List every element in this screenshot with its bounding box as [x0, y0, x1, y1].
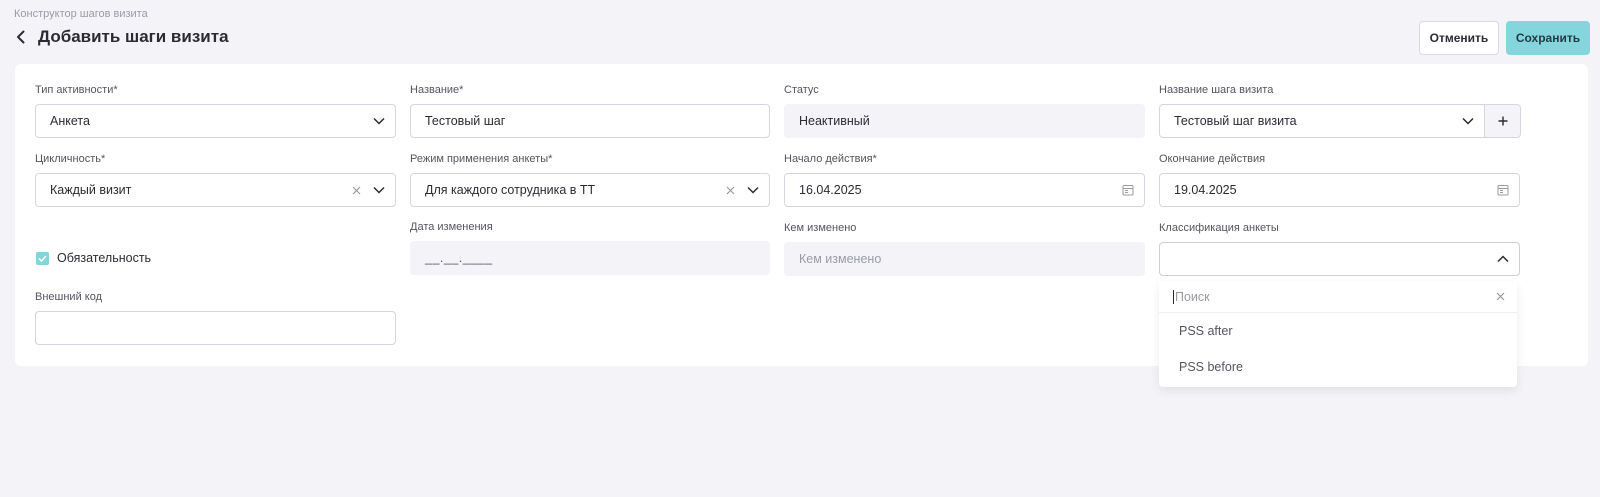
cyclicity-label: Цикличность* — [35, 153, 106, 165]
external-code-input[interactable] — [35, 311, 396, 345]
classification-dropdown: Поиск PSS after PSS before — [1159, 281, 1517, 387]
external-code-label: Внешний код — [35, 291, 103, 303]
start-date-value: 16.04.2025 — [799, 183, 862, 197]
text-caret — [1173, 289, 1174, 304]
step-name-value: Тестовый шаг визита — [1174, 114, 1297, 128]
page-title: Добавить шаги визита — [38, 27, 229, 46]
chevron-down-icon[interactable] — [1462, 117, 1474, 125]
page-header: Добавить шаги визита — [16, 27, 229, 47]
chevron-down-icon[interactable] — [747, 186, 759, 194]
breadcrumb[interactable]: Конструктор шагов визита — [14, 8, 148, 20]
survey-mode-value: Для каждого сотрудника в ТТ — [425, 183, 596, 197]
survey-classification-label: Классификация анкеты — [1159, 222, 1279, 234]
status-field: Неактивный — [784, 104, 1145, 138]
end-date-label: Окончание действия — [1159, 153, 1266, 165]
dropdown-search-placeholder: Поиск — [1175, 289, 1210, 304]
cyclicity-select[interactable]: Каждый визит — [35, 173, 396, 207]
cyclicity-value: Каждый визит — [50, 183, 132, 197]
dropdown-option[interactable]: PSS after — [1159, 313, 1517, 349]
name-label: Название* — [410, 84, 464, 96]
plus-icon — [1498, 116, 1508, 126]
back-arrow-icon[interactable] — [16, 29, 30, 45]
dropdown-option[interactable]: PSS before — [1159, 349, 1517, 385]
activity-type-value: Анкета — [50, 114, 90, 128]
start-date-label: Начало действия* — [784, 153, 877, 165]
changed-by-label: Кем изменено — [784, 222, 857, 234]
change-date-value: __.__.____ — [425, 251, 493, 265]
start-date-input[interactable]: 16.04.2025 — [784, 173, 1145, 207]
cancel-button[interactable]: Отменить — [1419, 21, 1499, 55]
activity-type-select[interactable]: Анкета — [35, 104, 396, 138]
step-name-label: Название шага визита — [1159, 84, 1274, 96]
activity-type-label: Тип активности* — [35, 84, 118, 96]
chevron-down-icon[interactable] — [373, 117, 385, 125]
survey-mode-select[interactable]: Для каждого сотрудника в ТТ — [410, 173, 770, 207]
add-step-name-button[interactable] — [1485, 104, 1521, 138]
mandatory-label: Обязательность — [57, 251, 152, 265]
name-input[interactable]: Тестовый шаг — [410, 104, 770, 138]
changed-by-field: Кем изменено — [784, 242, 1145, 276]
status-value: Неактивный — [799, 114, 870, 128]
step-name-select[interactable]: Тестовый шаг визита — [1159, 104, 1485, 138]
chevron-down-icon[interactable] — [373, 186, 385, 194]
close-icon[interactable] — [1496, 281, 1505, 312]
mandatory-checkbox[interactable] — [36, 251, 49, 265]
clear-icon[interactable] — [352, 186, 361, 195]
clear-icon[interactable] — [726, 186, 735, 195]
calendar-icon[interactable] — [1122, 184, 1134, 196]
change-date-field: __.__.____ — [410, 241, 770, 275]
status-label: Статус — [784, 84, 819, 96]
dropdown-search-input[interactable]: Поиск — [1159, 281, 1517, 313]
mandatory-checkbox-row[interactable]: Обязательность — [36, 251, 151, 265]
end-date-value: 19.04.2025 — [1174, 183, 1237, 197]
survey-mode-label: Режим применения анкеты* — [410, 153, 553, 165]
changed-by-placeholder: Кем изменено — [799, 252, 882, 266]
calendar-icon[interactable] — [1497, 184, 1509, 196]
change-date-label: Дата изменения — [410, 221, 493, 233]
name-value: Тестовый шаг — [425, 114, 506, 128]
chevron-up-icon[interactable] — [1497, 255, 1509, 263]
survey-classification-select[interactable] — [1159, 242, 1520, 276]
save-button[interactable]: Сохранить — [1506, 21, 1590, 55]
end-date-input[interactable]: 19.04.2025 — [1159, 173, 1520, 207]
